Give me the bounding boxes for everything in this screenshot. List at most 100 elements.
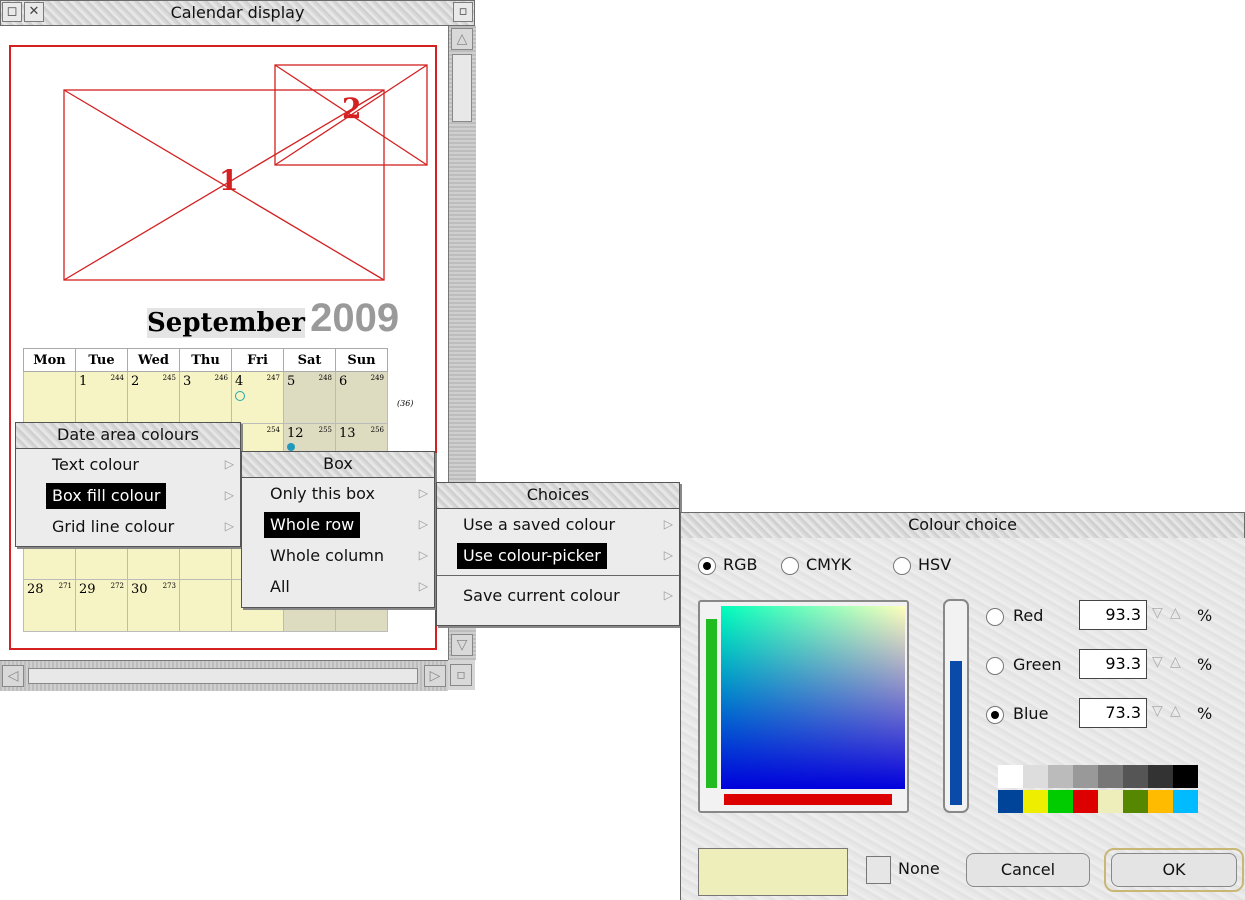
scroll-left-icon[interactable]: ◁ (2, 665, 24, 687)
blue-slider-frame[interactable] (943, 599, 969, 813)
palette-swatch[interactable] (998, 765, 1023, 788)
percent-unit: % (1197, 606, 1213, 625)
menu-item-label: Text colour (52, 455, 139, 474)
increment-icon[interactable]: △ (1170, 654, 1181, 670)
day-of-year: 273 (162, 582, 176, 590)
day-cell[interactable]: 1 244 (75, 371, 128, 424)
day-header: Tue (75, 348, 128, 372)
palette-swatch[interactable] (1073, 765, 1098, 788)
menu_choices-item-use-a-saved-colour[interactable]: Use a saved colour ▷ (437, 509, 679, 540)
day-number: 3 (183, 374, 192, 389)
menu-item-label: Use colour-picker (457, 543, 607, 569)
day-number: 28 (27, 582, 44, 597)
box2-label: 2 (342, 92, 361, 125)
day-cell[interactable] (179, 579, 232, 632)
menu_date_area-item-grid-line-colour[interactable]: Grid line colour ▷ (16, 511, 240, 542)
day-of-year: 246 (214, 374, 228, 382)
horizontal-scrollbar[interactable]: ◁ ▷ (0, 660, 448, 691)
day-cell[interactable]: 3 246 (179, 371, 232, 424)
calendar-titlebar[interactable]: Calendar display (0, 0, 475, 26)
palette-swatch[interactable] (1123, 790, 1148, 813)
channel-radio-red[interactable] (986, 608, 1004, 626)
colour-choice-titlebar[interactable]: Colour choice (680, 512, 1245, 539)
palette-swatch[interactable] (1023, 765, 1048, 788)
menu_date_area-item-text-colour[interactable]: Text colour ▷ (16, 449, 240, 480)
channel-label: Green (1013, 655, 1062, 674)
day-cell[interactable]: 28 271 (23, 579, 76, 632)
palette (998, 765, 1198, 815)
model-label: RGB (723, 555, 758, 574)
resize-icon[interactable]: ▫ (450, 664, 472, 686)
day-cell[interactable]: 2 245 (127, 371, 180, 424)
increment-icon[interactable]: △ (1170, 703, 1181, 719)
cancel-button[interactable]: Cancel (966, 853, 1090, 887)
channel-value-field[interactable]: 93.3 (1079, 600, 1147, 630)
day-cell[interactable]: 4 247 (231, 371, 284, 424)
day-cell[interactable]: 30 273 (127, 579, 180, 632)
menu_choices-item-use-colour-picker[interactable]: Use colour-picker ▷ (437, 540, 679, 571)
scroll-down-icon[interactable]: ▽ (451, 634, 473, 656)
increment-icon[interactable]: △ (1170, 605, 1181, 621)
date-area-colours-menu: Date area colours Text colour ▷ Box fill c… (15, 422, 241, 547)
palette-swatch[interactable] (1048, 790, 1073, 813)
model-radio-hsv[interactable] (893, 557, 911, 575)
palette-swatch[interactable] (1048, 765, 1073, 788)
decrement-icon[interactable]: ▽ (1152, 703, 1163, 719)
menu_box-item-only-this-box[interactable]: Only this box ▷ (242, 478, 434, 509)
channel-radio-green[interactable] (986, 657, 1004, 675)
menu_box-item-all[interactable]: All ▷ (242, 571, 434, 602)
channel-radio-blue[interactable] (986, 706, 1004, 724)
channel-label: Red (1013, 606, 1044, 625)
day-number: 29 (79, 582, 96, 597)
colour-gradient-field[interactable] (721, 606, 905, 789)
menu-item-save-current-colour[interactable]: Save current colour ▷ (437, 580, 679, 611)
ok-button[interactable]: OK (1111, 853, 1237, 887)
event-marker-icon (235, 391, 245, 401)
submenu-arrow-icon: ▷ (663, 517, 673, 531)
palette-swatch[interactable] (1098, 765, 1123, 788)
day-cell[interactable]: 29 272 (75, 579, 128, 632)
menu_date_area-item-box-fill-colour[interactable]: Box fill colour ▷ (16, 480, 240, 511)
close-icon[interactable]: ✕ (24, 2, 44, 22)
channel-value-field[interactable]: 93.3 (1079, 649, 1147, 679)
channel-value-field[interactable]: 73.3 (1079, 698, 1147, 728)
scroll-up-icon[interactable]: △ (451, 28, 473, 50)
scroll-right-icon[interactable]: ▷ (424, 665, 446, 687)
red-slider-bar[interactable] (724, 794, 892, 805)
submenu-arrow-icon: ▷ (224, 519, 234, 533)
submenu-arrow-icon: ▷ (418, 486, 428, 500)
palette-swatch[interactable] (1123, 765, 1148, 788)
palette-swatch[interactable] (1073, 790, 1098, 813)
day-cell[interactable]: 5 248 (283, 371, 336, 424)
day-number: 1 (79, 374, 88, 389)
palette-swatch[interactable] (1173, 790, 1198, 813)
menu_box-item-whole-row[interactable]: Whole row ▷ (242, 509, 434, 540)
menu-item-label: Use a saved colour (463, 515, 616, 534)
day-cell[interactable]: 6 249 (335, 371, 388, 424)
menu_box-item-whole-column[interactable]: Whole column ▷ (242, 540, 434, 571)
week-row: 1 244 2 245 3 246 4 247 5 248 6 249 (23, 371, 388, 424)
decrement-icon[interactable]: ▽ (1152, 605, 1163, 621)
vertical-scroll-thumb[interactable] (452, 54, 472, 122)
palette-swatch[interactable] (1148, 790, 1173, 813)
toggle-size-icon[interactable]: ▫ (453, 2, 473, 22)
menu-item-label: Whole column (270, 546, 385, 565)
palette-swatch[interactable] (998, 790, 1023, 813)
palette-swatch[interactable] (1098, 790, 1123, 813)
model-label: CMYK (806, 555, 852, 574)
none-checkbox[interactable] (866, 856, 891, 884)
day-header: Thu (179, 348, 232, 372)
day-cell[interactable] (23, 371, 76, 424)
palette-swatch[interactable] (1148, 765, 1173, 788)
model-radio-rgb[interactable] (698, 557, 716, 575)
green-slider-bar[interactable] (706, 619, 717, 788)
percent-unit: % (1197, 655, 1213, 674)
back-icon[interactable]: ◻ (2, 2, 22, 22)
palette-swatch[interactable] (1023, 790, 1048, 813)
palette-swatch[interactable] (1173, 765, 1198, 788)
decrement-icon[interactable]: ▽ (1152, 654, 1163, 670)
menu-separator (437, 575, 679, 576)
horizontal-scroll-thumb[interactable] (28, 668, 418, 684)
model-radio-cmyk[interactable] (781, 557, 799, 575)
box-menu: Box Only this box ▷ Whole row ▷ Whole column… (241, 451, 435, 608)
